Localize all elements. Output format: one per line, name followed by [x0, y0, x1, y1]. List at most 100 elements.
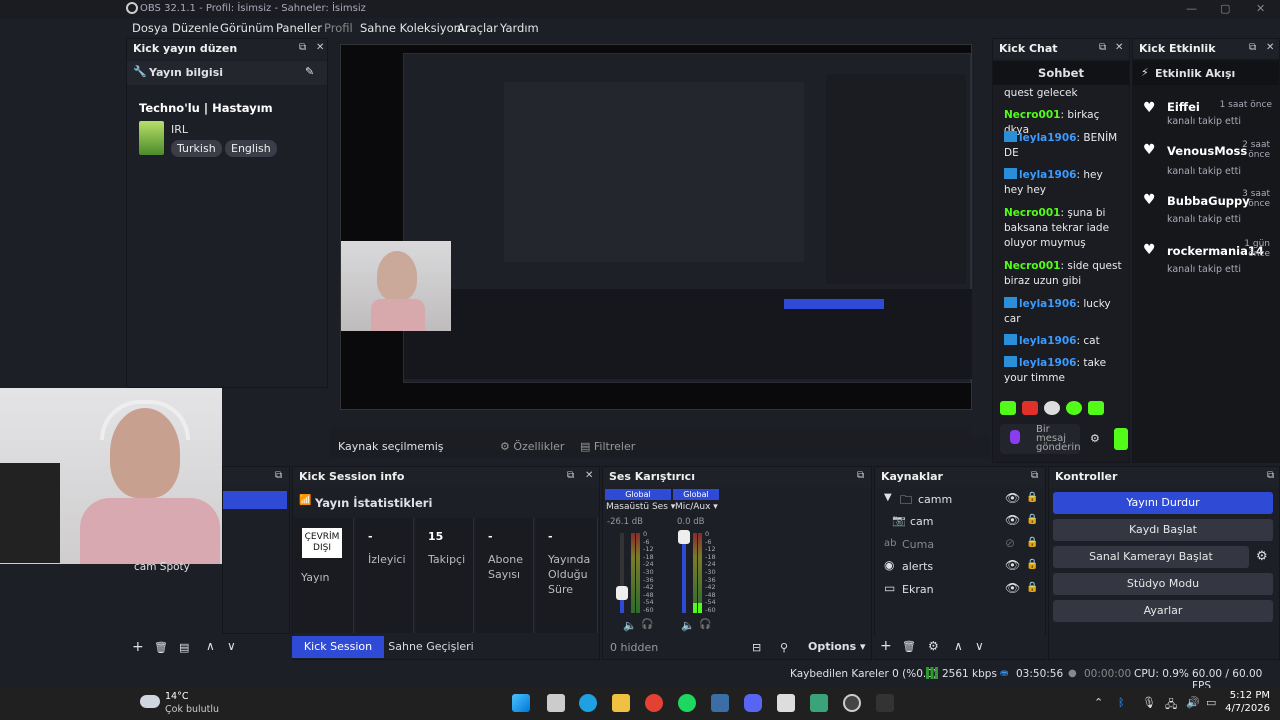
clock-date[interactable]: 4/7/2026	[1222, 703, 1270, 714]
float-icon[interactable]: ⧉	[1099, 42, 1106, 53]
menu-edit[interactable]: Düzenle	[172, 21, 219, 35]
fader-handle[interactable]	[678, 530, 690, 544]
discord-icon[interactable]	[744, 694, 762, 712]
settings-button[interactable]: Ayarlar	[1053, 600, 1273, 622]
lock-icon[interactable]: 🔒	[1026, 559, 1038, 570]
send-button[interactable]	[1114, 428, 1128, 450]
chat-user[interactable]: leyla1906	[1019, 357, 1076, 369]
menu-view[interactable]: Görünüm	[220, 21, 274, 35]
move-down-icon[interactable]: ∨	[975, 639, 984, 653]
headphones-icon[interactable]: 🎧	[641, 619, 653, 630]
start-recording-button[interactable]: Kaydı Başlat	[1053, 519, 1273, 541]
visibility-eye-icon[interactable]: 👁	[1005, 558, 1020, 572]
edge-browser-icon[interactable]	[579, 694, 597, 712]
chat-user[interactable]: Necro001	[1004, 207, 1060, 219]
float-icon[interactable]: ⧉	[857, 470, 864, 481]
menu-help[interactable]: Yardım	[500, 21, 539, 35]
app-icon[interactable]	[777, 694, 795, 712]
menu-docks[interactable]: Paneller	[276, 21, 322, 35]
chrome-icon[interactable]	[645, 694, 663, 712]
lock-icon[interactable]: 🔒	[1026, 537, 1038, 548]
float-icon[interactable]: ⧉	[299, 42, 306, 53]
visibility-eye-icon[interactable]: 👁	[1005, 581, 1020, 595]
link-icon[interactable]: ⚲	[780, 641, 788, 654]
weather-temp[interactable]: 14°C	[165, 691, 188, 702]
menu-profile[interactable]: Profil	[324, 21, 353, 35]
source-item-cuma[interactable]: ab Cuma ⊘ 🔒	[878, 535, 1044, 555]
tray-chevron-icon[interactable]: ⌃	[1094, 696, 1103, 709]
expand-icon[interactable]: ▼	[884, 492, 892, 503]
clock-time[interactable]: 5:12 PM	[1228, 690, 1270, 701]
add-source-icon[interactable]: +	[880, 638, 892, 654]
battery-icon[interactable]: ▭	[1206, 696, 1216, 709]
chat-tab[interactable]: Sohbet	[993, 61, 1129, 85]
lock-icon[interactable]: 🔒	[1026, 492, 1038, 503]
obs-taskbar-icon[interactable]	[843, 694, 861, 712]
visibility-eye-icon[interactable]: 👁	[1005, 491, 1020, 505]
spotify-icon[interactable]	[678, 694, 696, 712]
channel-name[interactable]: Masaüstü Ses ▾	[606, 502, 675, 512]
lock-icon[interactable]: 🔒	[1026, 582, 1038, 593]
chat-settings-icon[interactable]: ⚙	[1090, 432, 1100, 445]
visibility-hidden-icon[interactable]: ⊘	[1005, 536, 1015, 550]
channel-name[interactable]: Mic/Aux ▾	[675, 502, 718, 512]
microphone-icon[interactable]	[1010, 430, 1020, 444]
trash-icon[interactable]: 🗑	[154, 641, 168, 654]
float-icon[interactable]: ⧉	[275, 470, 282, 481]
chat-user[interactable]: Necro001	[1004, 109, 1060, 121]
microphone-tray-icon[interactable]: 🎙	[1142, 696, 1156, 709]
tab-session-info[interactable]: Kick Session info	[292, 636, 384, 675]
maximize-icon[interactable]: ▢	[1220, 2, 1230, 15]
task-view-icon[interactable]	[547, 694, 565, 712]
chat-user[interactable]: leyla1906	[1019, 132, 1076, 144]
move-down-icon[interactable]: ∨	[227, 639, 236, 653]
menu-scene-collection[interactable]: Sahne Koleksiyonu	[360, 21, 468, 35]
virtual-camera-settings-icon[interactable]: ⚙	[1256, 549, 1268, 564]
emote-row[interactable]	[1000, 400, 1105, 416]
close-dock-icon[interactable]: ✕	[1266, 42, 1274, 53]
lock-icon[interactable]: 🔒	[1026, 514, 1038, 525]
start-windows-icon[interactable]	[512, 694, 530, 712]
menu-tools[interactable]: Araçlar	[457, 21, 498, 35]
file-explorer-icon[interactable]	[612, 694, 630, 712]
volume-icon[interactable]: 🔊	[1186, 696, 1200, 709]
program-preview[interactable]	[340, 44, 972, 410]
edit-icon[interactable]: ✎	[305, 65, 314, 78]
emote-icon[interactable]	[1022, 401, 1038, 415]
add-scene-icon[interactable]: +	[132, 639, 144, 655]
emote-icon[interactable]	[1000, 401, 1016, 415]
weather-desc[interactable]: Çok bulutlu	[165, 704, 219, 715]
close-dock-icon[interactable]: ✕	[1115, 42, 1123, 53]
source-item-camm[interactable]: ▼ 🗀 camm 👁 🔒	[878, 490, 1044, 510]
network-icon[interactable]: 🖧	[1165, 696, 1177, 715]
selected-scene[interactable]	[223, 491, 287, 509]
speaker-icon[interactable]: 🔈	[681, 619, 695, 632]
layout-icon[interactable]: ⊟	[752, 641, 761, 654]
move-up-icon[interactable]: ∧	[954, 639, 963, 653]
studio-mode-button[interactable]: Stüdyo Modu	[1053, 573, 1273, 595]
emote-icon[interactable]	[1088, 401, 1104, 415]
speaker-icon[interactable]: 🔈	[623, 619, 637, 632]
options-button[interactable]: Options ▾	[808, 640, 866, 653]
float-icon[interactable]: ⧉	[1267, 470, 1274, 481]
epic-games-icon[interactable]	[876, 694, 894, 712]
app-icon[interactable]	[810, 694, 828, 712]
filter-icon[interactable]: ▤	[179, 641, 189, 654]
close-dock-icon[interactable]: ✕	[316, 42, 324, 53]
float-icon[interactable]: ⧉	[1249, 42, 1256, 53]
minimize-icon[interactable]: —	[1186, 2, 1197, 15]
emote-icon[interactable]	[1044, 401, 1060, 415]
steam-icon[interactable]	[711, 694, 729, 712]
source-item-cam[interactable]: 📷 cam 👁 🔒	[878, 512, 1044, 532]
tab-scene-transitions[interactable]: Sahne Geçişleri	[386, 636, 476, 658]
visibility-eye-icon[interactable]: 👁	[1005, 513, 1020, 527]
stop-streaming-button[interactable]: Yayını Durdur	[1053, 492, 1273, 514]
chat-user[interactable]: leyla1906	[1019, 169, 1076, 181]
float-icon[interactable]: ⧉	[1031, 470, 1038, 481]
headphones-icon[interactable]: 🎧	[699, 619, 711, 630]
move-up-icon[interactable]: ∧	[206, 639, 215, 653]
start-virtual-camera-button[interactable]: Sanal Kamerayı Başlat	[1053, 546, 1249, 568]
float-icon[interactable]: ⧉	[567, 470, 574, 481]
filters-button[interactable]: ▤ Filtreler	[580, 440, 635, 453]
close-dock-icon[interactable]: ✕	[585, 470, 593, 481]
